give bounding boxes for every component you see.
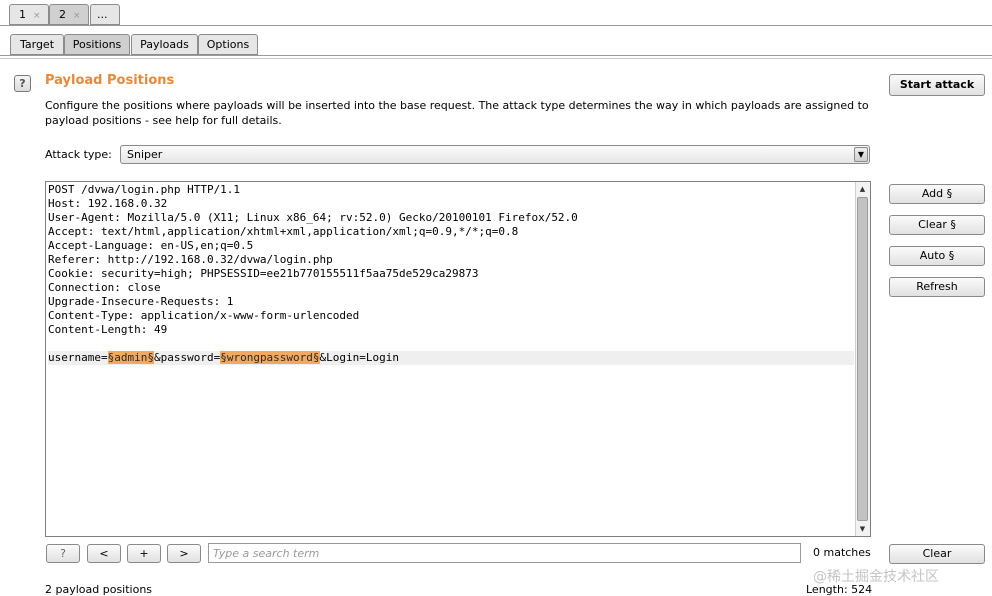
request-line — [48, 337, 854, 351]
chevron-down-icon: ▼ — [854, 147, 868, 162]
scroll-up-icon[interactable]: ▲ — [857, 183, 868, 195]
start-attack-button[interactable]: Start attack — [889, 74, 985, 96]
tab-label: ... — [97, 8, 108, 21]
request-line: Content-Length: 49 — [48, 323, 168, 336]
request-tab-2[interactable]: 2 × — [49, 4, 89, 25]
help-button[interactable]: ? — [14, 75, 31, 92]
request-line: POST /dvwa/login.php HTTP/1.1 — [48, 183, 241, 196]
subtab-divider-light — [0, 58, 992, 59]
section-title: Payload Positions — [45, 73, 175, 88]
request-length: Length: 524 — [806, 583, 873, 596]
tab-payloads[interactable]: Payloads — [131, 34, 198, 55]
request-text: POST /dvwa/login.php HTTP/1.1 Host: 192.1… — [48, 183, 854, 365]
scroll-down-icon[interactable]: ▼ — [857, 523, 868, 535]
close-icon[interactable]: × — [73, 11, 81, 21]
new-tab-button[interactable]: ... — [90, 4, 120, 25]
close-icon[interactable]: × — [33, 11, 41, 21]
body-text: &Login=Login — [319, 351, 400, 364]
request-line: Referer: http://192.168.0.32/dvwa/login.… — [48, 253, 333, 266]
request-line: Cookie: security=high; PHPSESSID=ee21b77… — [48, 267, 479, 280]
payload-position-marker[interactable]: §wrongpassword§ — [220, 351, 320, 364]
search-add-button[interactable]: + — [127, 544, 161, 563]
request-tab-1[interactable]: 1 × — [9, 4, 49, 25]
search-previous-button[interactable]: < — [87, 544, 121, 563]
attack-type-label: Attack type: — [45, 148, 112, 161]
body-text: &password= — [153, 351, 221, 364]
request-line: Content-Type: application/x-www-form-url… — [48, 309, 360, 322]
request-body-line: username=§admin§&password=§wrongpassword… — [48, 351, 854, 365]
auto-marker-button[interactable]: Auto § — [889, 246, 985, 266]
search-help-button[interactable]: ? — [46, 544, 80, 563]
tab-divider — [0, 25, 992, 26]
attack-type-value: Sniper — [127, 148, 163, 161]
request-line: User-Agent: Mozilla/5.0 (X11; Linux x86_… — [48, 211, 578, 224]
tab-options[interactable]: Options — [198, 34, 258, 55]
vertical-scrollbar[interactable]: ▲ ▼ — [855, 182, 870, 536]
payload-positions-count: 2 payload positions — [45, 583, 153, 596]
request-line: Accept: text/html,application/xhtml+xml,… — [48, 225, 519, 238]
scrollbar-thumb[interactable] — [857, 197, 868, 521]
add-marker-button[interactable]: Add § — [889, 184, 985, 204]
body-text: username= — [48, 351, 108, 364]
section-description: Configure the positions where payloads w… — [45, 99, 869, 127]
request-line: Upgrade-Insecure-Requests: 1 — [48, 295, 234, 308]
search-input[interactable] — [208, 543, 801, 563]
tab-label: 1 — [19, 8, 26, 21]
tab-label: 2 — [59, 8, 66, 21]
attack-type-select[interactable]: Sniper ▼ — [120, 145, 870, 164]
request-editor[interactable]: POST /dvwa/login.php HTTP/1.1 Host: 192.1… — [45, 181, 871, 537]
payload-position-marker[interactable]: §admin§ — [107, 351, 154, 364]
subtab-divider — [0, 55, 992, 56]
clear-marker-button[interactable]: Clear § — [889, 215, 985, 235]
request-line: Host: 192.168.0.32 — [48, 197, 168, 210]
clear-search-button[interactable]: Clear — [889, 544, 985, 564]
request-line: Connection: close — [48, 281, 161, 294]
request-line: Accept-Language: en-US,en;q=0.5 — [48, 239, 254, 252]
refresh-button[interactable]: Refresh — [889, 277, 985, 297]
match-count: 0 matches — [813, 546, 871, 559]
search-next-button[interactable]: > — [167, 544, 201, 563]
tab-target[interactable]: Target — [10, 34, 64, 55]
tab-positions[interactable]: Positions — [64, 34, 130, 55]
